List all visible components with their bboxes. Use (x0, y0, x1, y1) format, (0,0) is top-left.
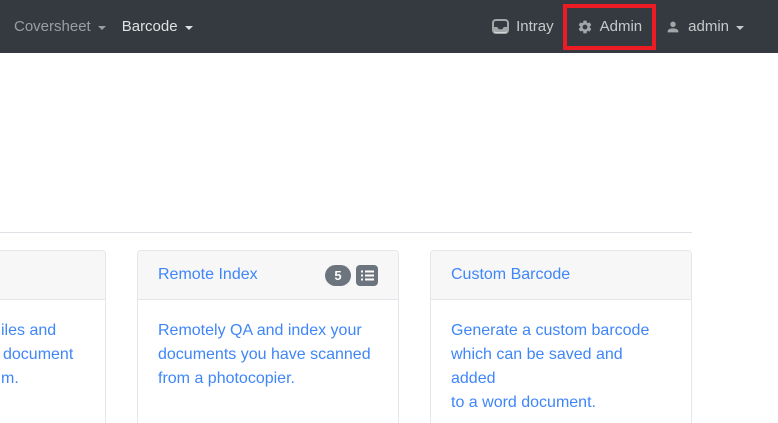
annotation-rectangle: Admin (563, 4, 657, 50)
card-remote-index-link[interactable]: Remotely QA and index your (158, 319, 378, 343)
main-content: iles and document m. Remote Index 5 (0, 53, 692, 423)
chevron-down-icon (98, 26, 106, 30)
card-remote-index-link[interactable]: documents you have scanned (158, 343, 378, 367)
count-badge: 5 (325, 265, 351, 286)
card-remote-index: Remote Index 5 (137, 250, 399, 423)
card-custom-barcode-body: Generate a custom barcode which can be s… (431, 300, 691, 423)
card-remote-index-header: Remote Index 5 (138, 251, 398, 300)
card-custom-barcode-link[interactable]: to a word document. (451, 391, 671, 415)
card-custom-barcode-link[interactable]: Generate a custom barcode (451, 319, 671, 343)
nav-item-barcode[interactable]: Barcode (114, 18, 201, 35)
card-clipped-left-link[interactable]: iles and (0, 319, 85, 343)
nav-item-admin[interactable]: Admin (573, 18, 647, 35)
card-clipped-left-body: iles and document m. (0, 300, 105, 411)
card-custom-barcode: Custom Barcode Generate a custom barcode… (430, 250, 692, 423)
person-icon (665, 19, 681, 35)
chevron-down-icon (736, 26, 744, 30)
nav-item-intray-label: Intray (516, 18, 554, 35)
nav-item-intray[interactable]: Intray (484, 18, 562, 35)
card-custom-barcode-header: Custom Barcode (431, 251, 691, 300)
card-clipped-left-link[interactable]: document (0, 343, 85, 367)
list-view-button[interactable] (356, 265, 378, 286)
nav-item-user-label: admin (688, 18, 729, 35)
card-clipped-left-link[interactable]: m. (0, 367, 85, 391)
content-divider (0, 232, 692, 233)
inbox-tray-icon (492, 19, 509, 34)
card-custom-barcode-link[interactable]: which can be saved and added (451, 343, 671, 391)
navbar-right-group: Intray Admin admin (484, 4, 752, 50)
nav-item-user-menu[interactable]: admin (657, 18, 752, 35)
card-clipped-left-header (0, 251, 105, 300)
application-window: Coversheet Barcode Intray (0, 0, 778, 423)
card-remote-index-link[interactable]: from a photocopier. (158, 367, 378, 391)
nav-item-admin-label: Admin (600, 18, 643, 35)
card-clipped-left: iles and document m. (0, 250, 106, 423)
gear-icon (577, 19, 593, 35)
navbar: Coversheet Barcode Intray (0, 0, 778, 53)
card-remote-index-title[interactable]: Remote Index (158, 263, 258, 287)
card-custom-barcode-title[interactable]: Custom Barcode (451, 263, 570, 287)
cards-row: iles and document m. Remote Index 5 (0, 250, 692, 423)
list-icon (361, 270, 374, 281)
nav-item-barcode-label: Barcode (122, 18, 178, 35)
nav-item-coversheet[interactable]: Coversheet (6, 18, 114, 35)
card-remote-index-body: Remotely QA and index your documents you… (138, 300, 398, 411)
card-remote-index-controls: 5 (325, 265, 378, 286)
nav-item-coversheet-label: Coversheet (14, 18, 91, 35)
chevron-down-icon (185, 26, 193, 30)
